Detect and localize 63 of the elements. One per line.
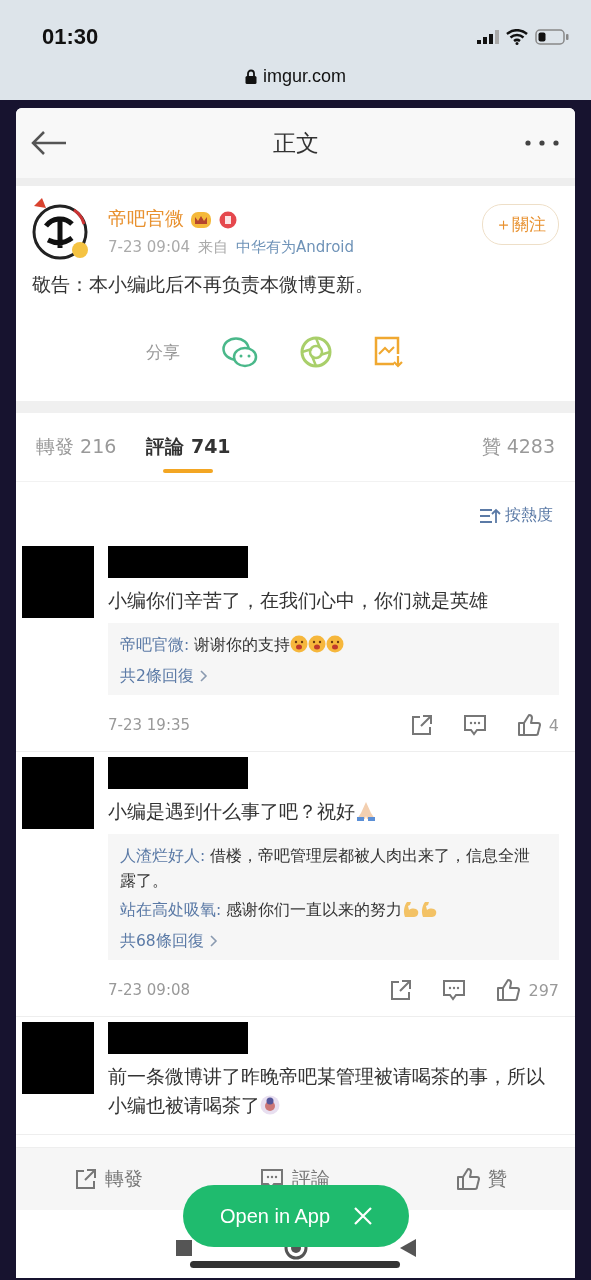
comment-text: 小编是遇到什么事了吧？祝好 xyxy=(108,797,559,826)
more-replies-link[interactable]: 共68條回復 xyxy=(120,931,218,952)
source-link[interactable]: 中华有为Android xyxy=(236,238,355,257)
page-title: 正文 xyxy=(272,129,319,156)
tab[interactable]: 評論 741 xyxy=(146,413,231,481)
sticker-icon xyxy=(260,1095,280,1115)
share-out-icon[interactable] xyxy=(390,979,413,1001)
emoji-face-icon xyxy=(308,635,327,653)
follow-button[interactable]: ＋關注 xyxy=(482,204,559,245)
author-name[interactable]: 帝吧官微 xyxy=(108,206,184,232)
reply-text: 人渣烂好人: 借楼，帝吧管理层都被人肉出来了，信息全泄露了。 xyxy=(120,846,532,892)
post-time: 7-23 09:04 xyxy=(108,238,191,257)
triangle-nav-icon[interactable] xyxy=(399,1239,416,1257)
thumbs-up-icon[interactable] xyxy=(456,1167,481,1191)
clock-time: 01:30 xyxy=(42,24,99,50)
praying-hands-icon xyxy=(355,801,377,821)
comment-icon[interactable] xyxy=(442,979,467,1001)
tab[interactable]: 贊 4283 xyxy=(481,413,555,481)
comment-text: 小编你们辛苦了，在我们心中，你们就是英雄 xyxy=(108,588,489,613)
back-icon[interactable] xyxy=(30,130,68,156)
comment-icon[interactable] xyxy=(462,714,487,736)
flexed-arm-icon xyxy=(420,900,439,918)
user-link[interactable]: 帝吧官微: xyxy=(120,636,190,654)
signal-icon xyxy=(477,30,499,44)
url-text[interactable]: imgur.com xyxy=(263,66,346,87)
share-label: 分享 xyxy=(145,340,180,364)
redacted-avatar xyxy=(22,1022,94,1094)
user-link[interactable]: 人渣烂好人: xyxy=(120,847,206,865)
reply-text: 帝吧官微: 谢谢你的支持 xyxy=(120,633,535,658)
chevron-right-icon xyxy=(208,935,218,947)
square-nav-icon[interactable] xyxy=(175,1240,192,1256)
share-out-icon[interactable] xyxy=(75,1168,98,1190)
open-in-app-toast[interactable]: Open in App xyxy=(183,1185,409,1247)
thumbs-up-icon[interactable] xyxy=(516,713,541,737)
sort-button[interactable]: 按熱度 xyxy=(473,504,559,527)
more-replies-link[interactable]: 共2條回復 xyxy=(120,666,208,687)
chat-bubbles-icon[interactable] xyxy=(221,336,258,368)
source-prefix: 来自 xyxy=(198,238,229,257)
level-badge-icon xyxy=(218,209,238,229)
reply-text: 站在高处吸氧: 感谢你们一直以来的努力 xyxy=(120,898,535,923)
redacted-avatar xyxy=(22,546,94,618)
comment-text: 前一条微博讲了昨晚帝吧某管理被请喝茶的事，所以小编也被请喝茶了 xyxy=(108,1064,546,1118)
comment-time: 7-23 19:35 xyxy=(108,716,191,734)
lock-icon xyxy=(245,69,257,84)
wifi-icon xyxy=(506,29,528,45)
share-out-icon[interactable] xyxy=(410,714,433,736)
emoji-face-icon xyxy=(326,635,345,653)
like-count: 4 xyxy=(548,715,559,735)
emoji-face-icon xyxy=(290,635,309,653)
like-count: 297 xyxy=(528,980,559,1000)
tab[interactable]: 轉發 216 xyxy=(36,413,117,481)
close-icon[interactable] xyxy=(354,1207,373,1225)
chevron-right-icon xyxy=(198,670,208,682)
more-icon[interactable] xyxy=(525,140,559,146)
user-link[interactable]: 站在高处吸氧: xyxy=(120,901,222,919)
battery-icon xyxy=(535,29,569,45)
sort-icon xyxy=(479,507,501,524)
crown-badge-icon xyxy=(190,209,212,229)
redacted-avatar xyxy=(22,757,94,829)
flexed-arm-icon xyxy=(402,900,421,918)
post-text: 敬告：本小编此后不再负责本微博更新。 xyxy=(32,272,375,297)
comment-time: 7-23 09:08 xyxy=(108,981,191,999)
thumbs-up-icon[interactable] xyxy=(496,978,521,1002)
